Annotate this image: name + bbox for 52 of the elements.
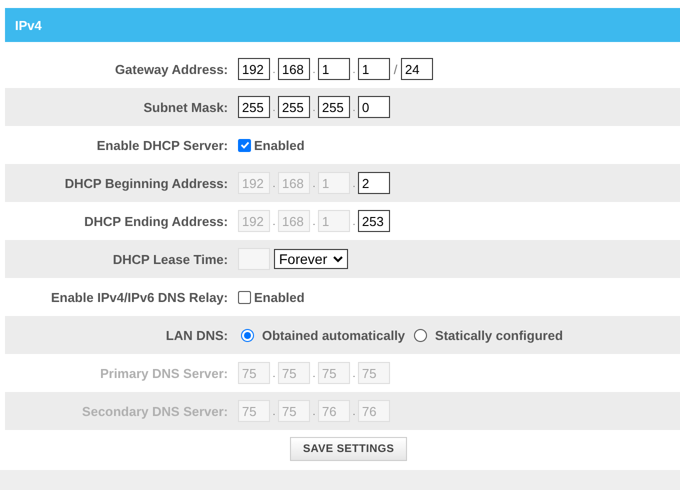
octet-field[interactable]: 255 [318,96,350,118]
field-label: DHCP Beginning Address: [64,176,229,190]
dot-separator: . [352,103,356,116]
dot-separator: . [272,369,276,382]
dot-separator: . [272,65,276,78]
octet-field[interactable]: 2 [358,172,390,194]
dot-separator: . [312,217,316,230]
dot-separator: . [352,217,356,230]
prefix-field[interactable]: 24 [401,58,433,80]
radio-button[interactable] [241,328,254,342]
dot-separator: . [312,369,316,382]
dot-separator: . [312,103,316,116]
octet-field[interactable]: 1 [358,58,390,80]
dot-separator: . [272,179,276,192]
dot-separator: . [312,65,316,78]
octet-field[interactable]: 192 [238,58,270,80]
save-settings-button[interactable]: SAVE SETTINGS [290,437,408,461]
radio-label: Obtained automatically [262,328,406,342]
octet-field[interactable]: 1 [318,58,350,80]
dot-separator: . [272,103,276,116]
octet-field[interactable]: 0 [358,96,390,118]
field-label: DHCP Lease Time: [112,252,229,266]
dot-separator: . [312,407,316,420]
checkbox[interactable] [238,138,251,152]
chevron-down-icon [333,256,344,262]
slash-separator: / [392,62,398,76]
field-label: Enable IPv4/IPv6 DNS Relay: [50,290,229,304]
radio-button[interactable] [414,328,428,342]
octet-field[interactable]: 255 [238,96,270,118]
dot-separator: . [272,407,276,420]
field-label: DHCP Ending Address: [83,214,229,228]
dot-separator: . [352,369,356,382]
octet-field[interactable]: 168 [278,58,310,80]
field-label: Enable DHCP Server: [96,138,229,152]
field-label: Subnet Mask: [142,100,229,114]
field-label: Gateway Address: [114,62,229,76]
field-label: Secondary DNS Server: [81,404,229,418]
dot-separator: . [312,179,316,192]
octet-field[interactable]: 253 [358,210,390,232]
octet-field[interactable]: 255 [278,96,310,118]
section-header: IPv4 [5,8,680,42]
radio-label: Statically configured [435,328,563,342]
field-label: LAN DNS: [164,328,229,342]
dot-separator: . [352,407,356,420]
checkbox[interactable] [238,290,251,304]
field-label: Primary DNS Server: [99,366,229,380]
lease-time-select[interactable]: Forever [274,249,348,269]
dot-separator: . [352,65,356,78]
dot-separator: . [352,179,356,192]
dot-separator: . [272,217,276,230]
checkbox-label: Enabled [254,290,305,304]
checkbox-label: Enabled [254,138,305,152]
